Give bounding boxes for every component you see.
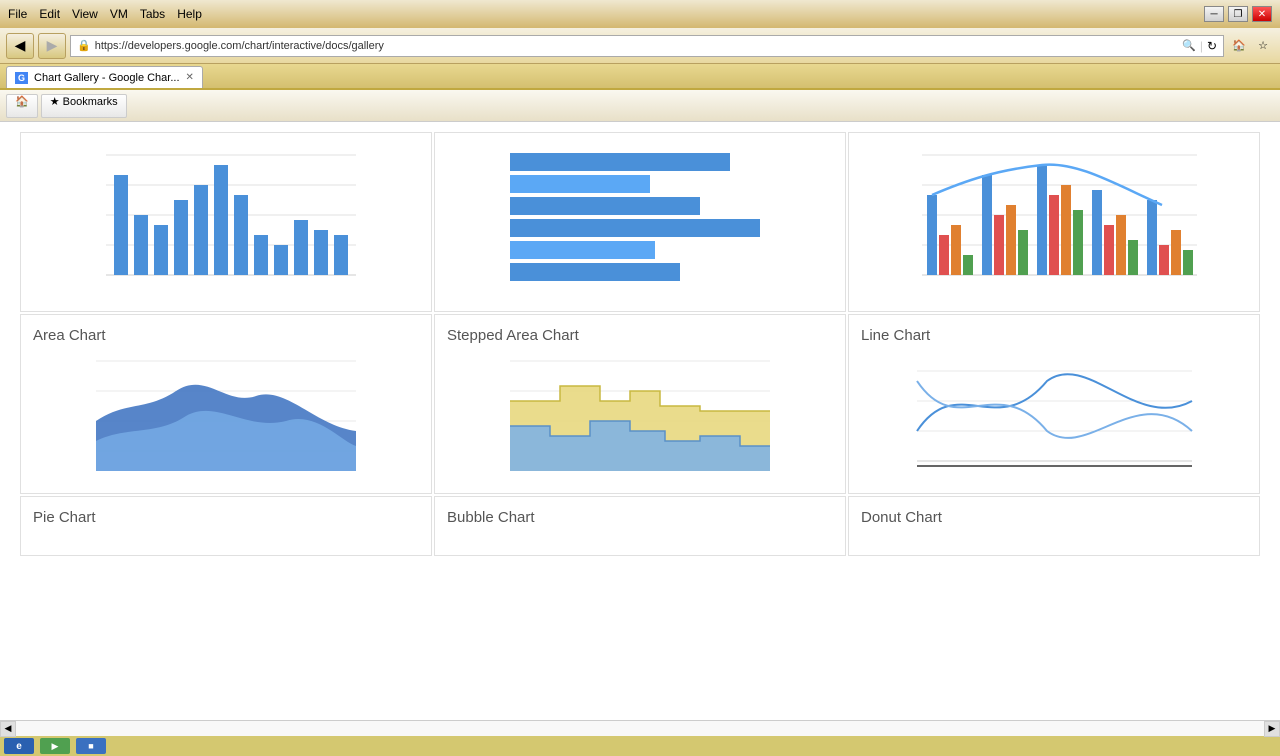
ie-icon: e	[16, 741, 22, 752]
status-bar: e ▶ ■	[0, 736, 1280, 756]
lock-icon: 🔒	[77, 39, 91, 52]
chart-gallery: Area Chart Stepped Area Chart	[0, 122, 1280, 720]
donut-chart-title: Donut Chart	[861, 509, 942, 526]
browser-tab[interactable]: G Chart Gallery - Google Char... ✕	[6, 66, 203, 88]
toolbar: 🏠 ★ Bookmarks	[0, 90, 1280, 122]
card-line-chart[interactable]: Line Chart	[848, 314, 1260, 494]
pie-chart-title: Pie Chart	[33, 509, 96, 526]
window-controls: ─ ❐ ✕	[1204, 6, 1272, 22]
card-area-chart[interactable]: Area Chart	[20, 314, 432, 494]
card-bar-chart-horizontal[interactable]	[434, 132, 846, 312]
home-button[interactable]: 🏠	[1228, 35, 1250, 57]
card-combo-chart[interactable]	[848, 132, 1260, 312]
stepped-area-chart-title: Stepped Area Chart	[447, 327, 579, 344]
home-toolbar-button[interactable]: 🏠	[6, 94, 38, 118]
card-donut-chart[interactable]: Donut Chart	[848, 496, 1260, 556]
back-icon: ◀	[15, 37, 26, 54]
refresh-icon[interactable]: ↻	[1207, 39, 1217, 53]
restore-button[interactable]: ❐	[1228, 6, 1248, 22]
card-bubble-chart[interactable]: Bubble Chart	[434, 496, 846, 556]
separator: |	[1200, 39, 1203, 53]
menu-help[interactable]: Help	[177, 7, 202, 21]
minimize-button[interactable]: ─	[1204, 6, 1224, 22]
forward-icon: ▶	[47, 37, 58, 54]
address-bar[interactable]: 🔒 https://developers.google.com/chart/in…	[70, 35, 1224, 57]
tab-close-button[interactable]: ✕	[186, 72, 194, 83]
menu-bar: File Edit View VM Tabs Help	[8, 7, 202, 21]
menu-tabs[interactable]: Tabs	[140, 7, 165, 21]
card-stepped-area-chart[interactable]: Stepped Area Chart	[434, 314, 846, 494]
tab-favicon: G	[15, 72, 28, 84]
horizontal-scrollbar: ◀ ▶	[0, 720, 1280, 736]
menu-file[interactable]: File	[8, 7, 27, 21]
tab-bar: G Chart Gallery - Google Char... ✕	[0, 64, 1280, 90]
search-icon: 🔍	[1182, 39, 1196, 52]
menu-view[interactable]: View	[72, 7, 98, 21]
icon-3: ■	[88, 741, 93, 751]
close-button[interactable]: ✕	[1252, 6, 1272, 22]
horizontal-bar-chart-preview	[447, 145, 833, 285]
menu-edit[interactable]: Edit	[39, 7, 60, 21]
card-bar-chart[interactable]	[20, 132, 432, 312]
bar-chart-preview	[33, 145, 419, 285]
title-bar: File Edit View VM Tabs Help ─ ❐ ✕	[0, 0, 1280, 28]
scroll-left-button[interactable]: ◀	[0, 721, 16, 737]
nav-bar: ◀ ▶ 🔒 https://developers.google.com/char…	[0, 28, 1280, 64]
back-button[interactable]: ◀	[6, 33, 34, 59]
tab-label: Chart Gallery - Google Char...	[34, 72, 180, 84]
taskbar-icon-2[interactable]: ▶	[40, 738, 70, 754]
nav-icons: 🏠 ☆	[1228, 35, 1274, 57]
bubble-chart-title: Bubble Chart	[447, 509, 535, 526]
menu-vm[interactable]: VM	[110, 7, 128, 21]
stepped-area-chart-preview	[447, 351, 833, 481]
gallery-grid: Area Chart Stepped Area Chart	[20, 132, 1260, 556]
line-chart-title: Line Chart	[861, 327, 930, 344]
taskbar-ie-icon[interactable]: e	[4, 738, 34, 754]
area-chart-title: Area Chart	[33, 327, 106, 344]
star-toolbar-button[interactable]: ★ Bookmarks	[41, 94, 127, 118]
card-pie-chart[interactable]: Pie Chart	[20, 496, 432, 556]
scroll-track[interactable]	[16, 721, 1264, 736]
star-button[interactable]: ☆	[1252, 35, 1274, 57]
icon-2: ▶	[52, 741, 59, 752]
line-chart-preview	[861, 351, 1247, 481]
address-text: https://developers.google.com/chart/inte…	[95, 40, 1178, 52]
taskbar-icon-3[interactable]: ■	[76, 738, 106, 754]
forward-button[interactable]: ▶	[38, 33, 66, 59]
combo-chart-preview	[861, 145, 1247, 285]
area-chart-preview	[33, 351, 419, 481]
scroll-right-button[interactable]: ▶	[1264, 721, 1280, 737]
